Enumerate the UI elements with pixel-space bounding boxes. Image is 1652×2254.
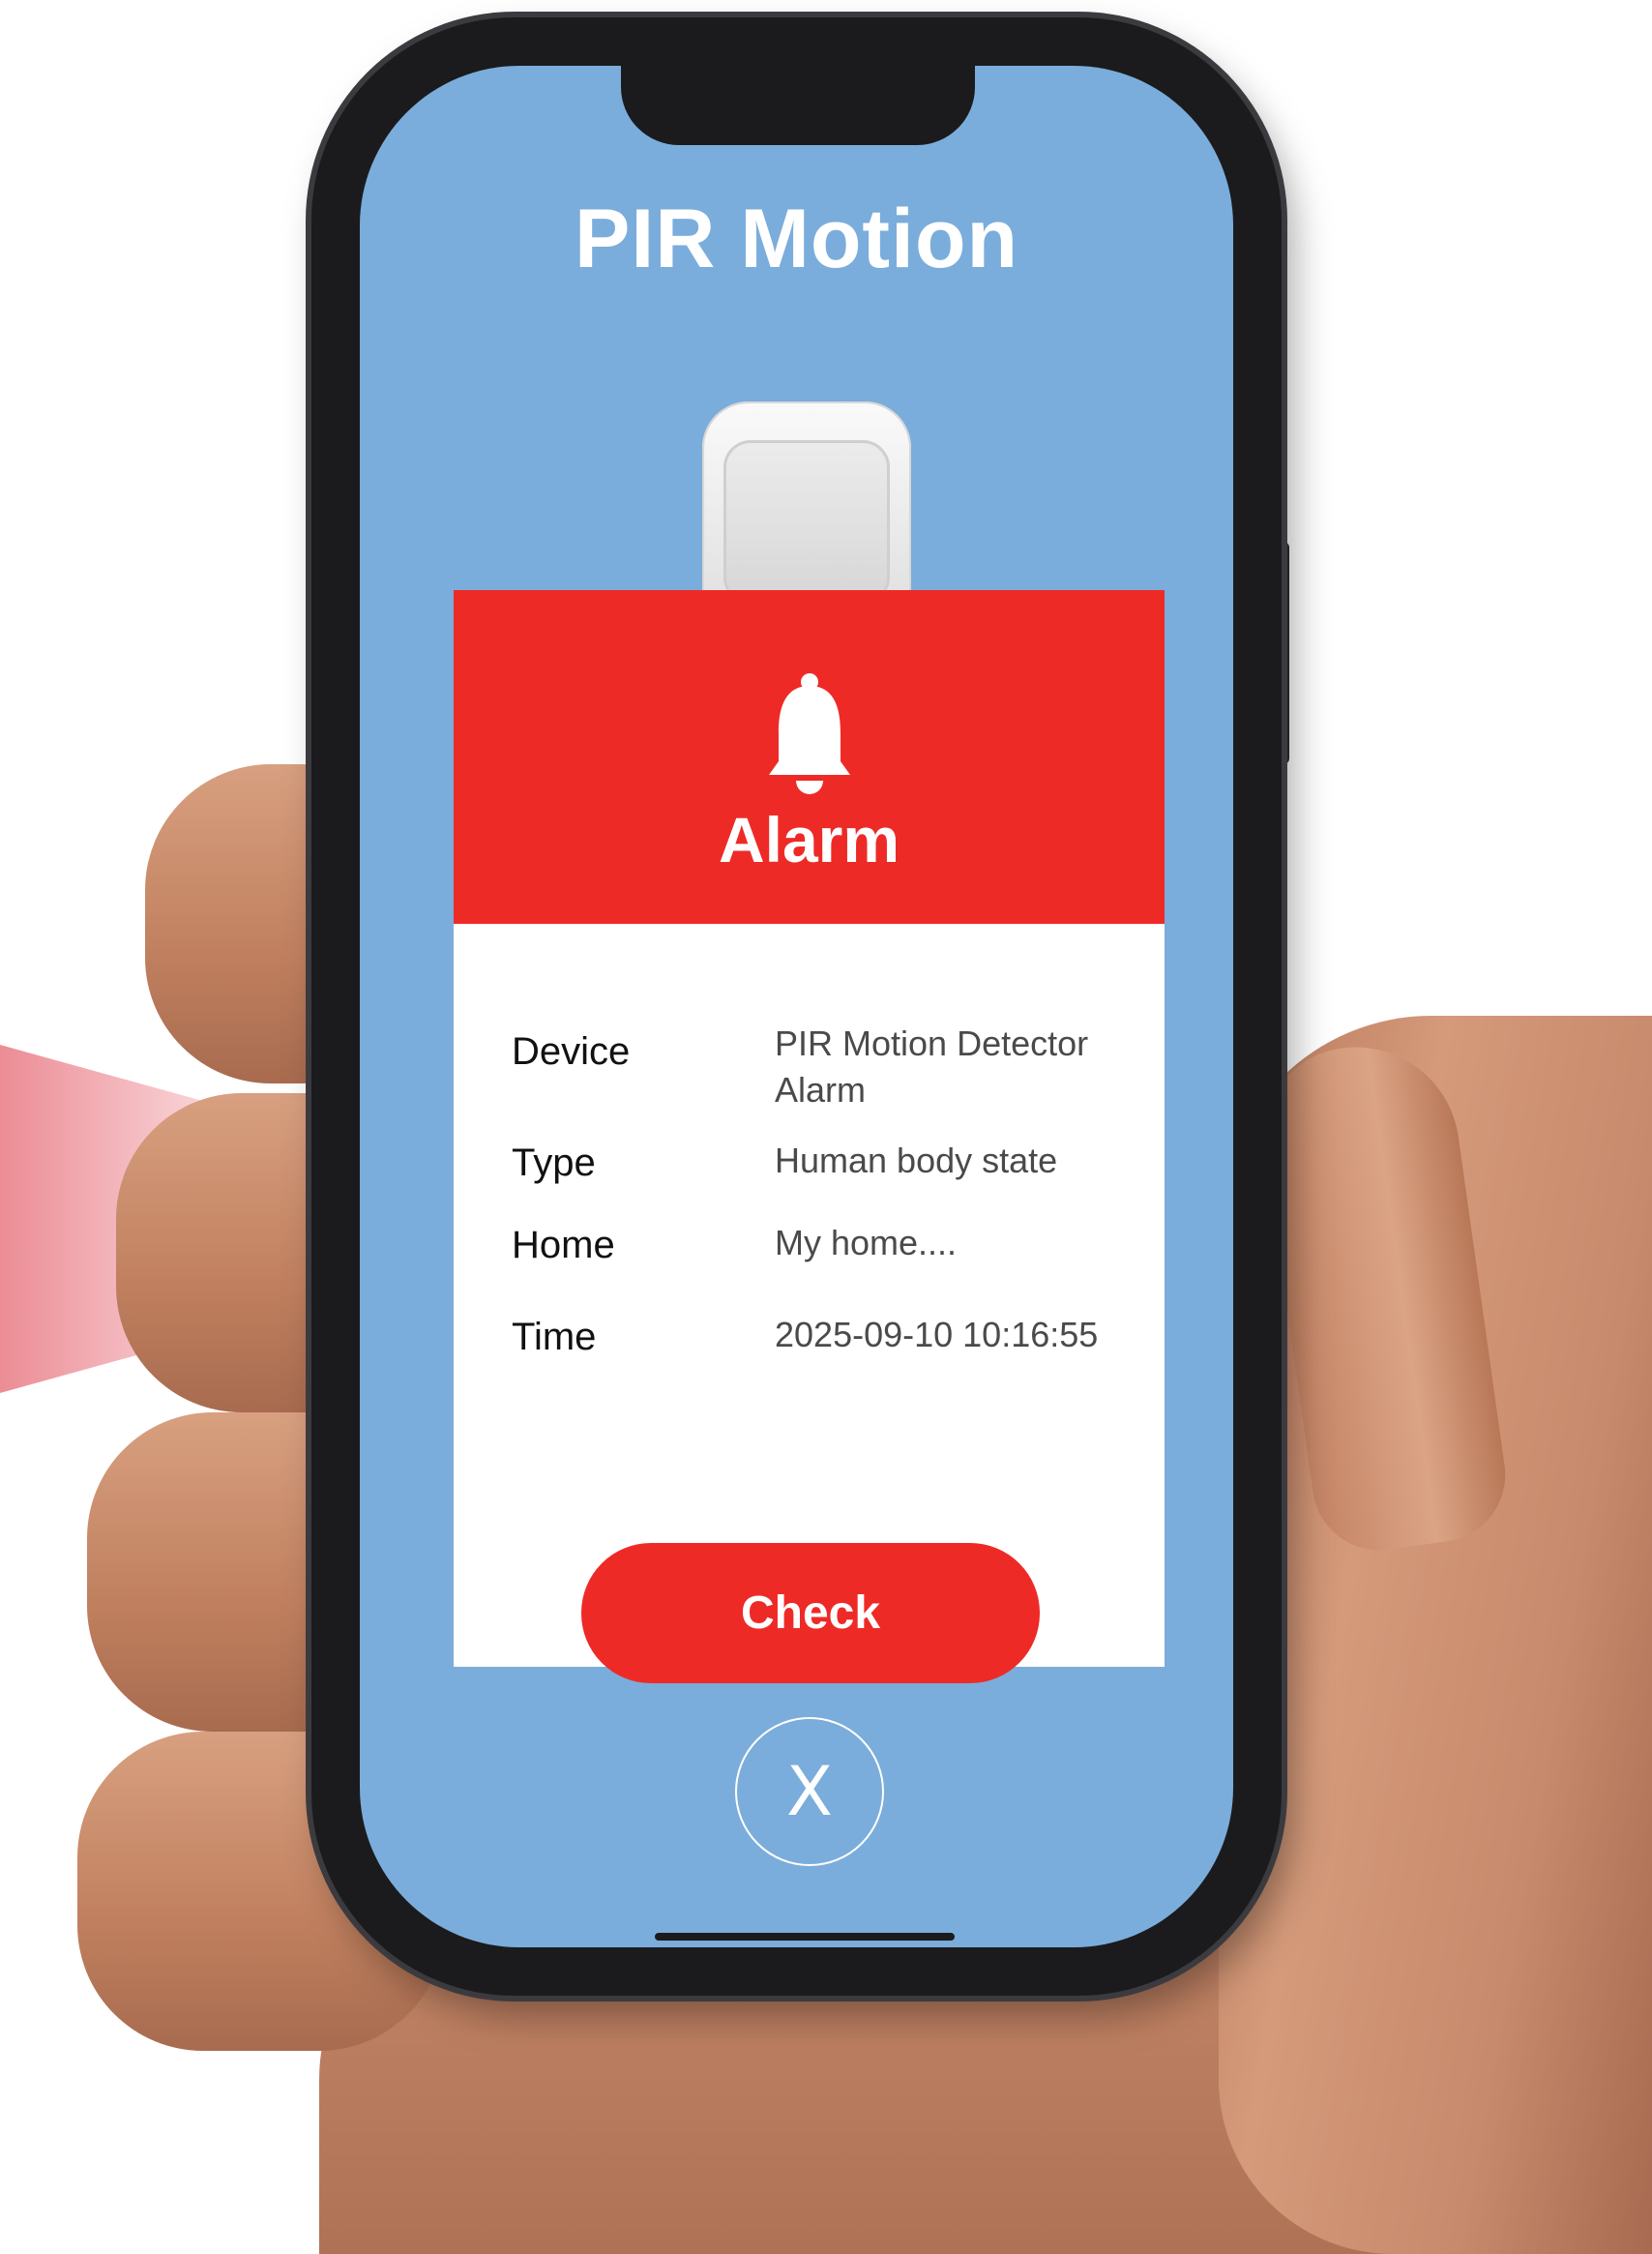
page-title: PIR Motion bbox=[574, 193, 1019, 285]
detail-label: Device bbox=[512, 1030, 631, 1073]
detail-value: PIR Motion Detector Alarm bbox=[775, 1023, 1089, 1110]
detail-value: My home.... bbox=[775, 1223, 958, 1262]
phone-screen: PIR Motion Alarm Device PIR Motion Detec… bbox=[360, 66, 1233, 1947]
detail-value: Human body state bbox=[775, 1141, 1058, 1180]
home-indicator[interactable] bbox=[655, 1933, 955, 1941]
bell-icon bbox=[769, 673, 850, 794]
alarm-card: Alarm Device PIR Motion Detector Alarm T… bbox=[454, 590, 1165, 1683]
check-button[interactable]: Check bbox=[581, 1543, 1040, 1683]
phone-notch bbox=[621, 66, 975, 145]
detail-label: Time bbox=[512, 1316, 597, 1358]
alarm-title: Alarm bbox=[718, 804, 900, 875]
close-icon[interactable]: X bbox=[735, 1717, 884, 1866]
detail-label: Home bbox=[512, 1224, 615, 1266]
detail-value: 2025-09-10 10:16:55 bbox=[775, 1315, 1099, 1354]
pir-sensor-image bbox=[702, 401, 911, 605]
sensor-lens bbox=[723, 440, 890, 605]
detail-label: Type bbox=[512, 1142, 596, 1184]
alarm-card-header: Alarm bbox=[454, 590, 1165, 924]
